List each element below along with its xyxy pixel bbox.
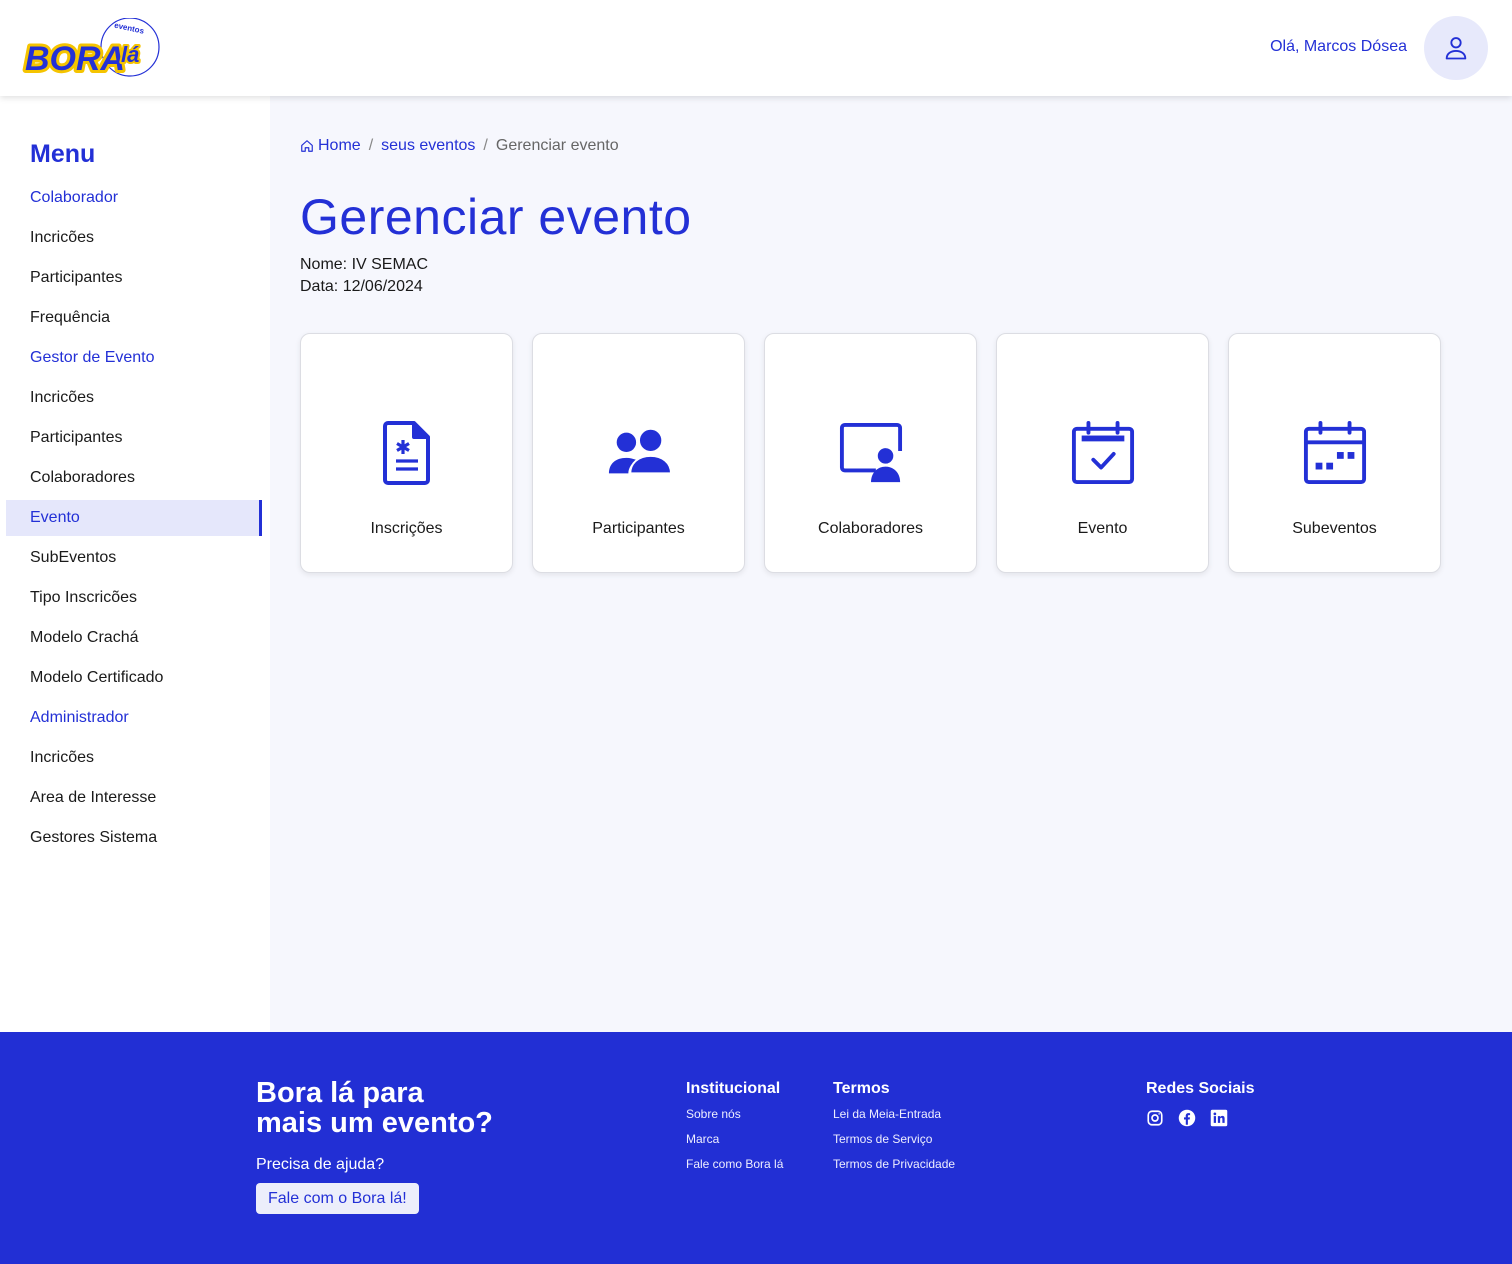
presentation-user-icon <box>839 420 903 486</box>
svg-text:eventos: eventos <box>113 21 145 36</box>
action-cards: Inscrições Participantes Colaboradores E… <box>300 333 1441 573</box>
page-title: Gerenciar evento <box>300 189 692 245</box>
footer-termos: Termos Lei da Meia-Entrada Termos de Ser… <box>833 1080 955 1182</box>
sidebar-item-evento[interactable]: Evento <box>6 500 262 536</box>
sidebar-item-colaborador-participantes[interactable]: Participantes <box>0 258 270 298</box>
card-colaboradores-label: Colaboradores <box>818 520 923 537</box>
sidebar-section-gestor-evento[interactable]: Gestor de Evento <box>0 338 270 378</box>
footer-social: Redes Sociais <box>1146 1080 1255 1127</box>
card-subeventos[interactable]: Subeventos <box>1228 333 1441 573</box>
footer-tagline-line-1: Bora lá para <box>256 1077 424 1109</box>
footer-link-sobre-nos[interactable]: Sobre nós <box>686 1107 783 1132</box>
sidebar-item-frequencia[interactable]: Frequência <box>0 298 270 338</box>
card-evento-label: Evento <box>1077 520 1128 537</box>
instagram-icon[interactable] <box>1146 1109 1164 1127</box>
footer-link-termos-privacidade[interactable]: Termos de Privacidade <box>833 1157 955 1182</box>
footer-institucional-title: Institucional <box>686 1080 781 1097</box>
sidebar-section-colaborador[interactable]: Colaborador <box>0 178 270 218</box>
breadcrumb-separator: / <box>368 137 374 154</box>
user-greeting: Olá, Marcos Dósea <box>1270 38 1407 55</box>
card-inscricoes-label: Inscrições <box>370 520 443 537</box>
footer-link-meia-entrada[interactable]: Lei da Meia-Entrada <box>833 1107 955 1132</box>
card-participantes[interactable]: Participantes <box>532 333 745 573</box>
calendar-check-icon <box>1071 420 1135 486</box>
event-name: Nome: IV SEMAC <box>300 256 429 273</box>
footer-link-fale-como[interactable]: Fale como Bora lá <box>686 1157 783 1182</box>
footer-termos-title: Termos <box>833 1080 890 1097</box>
sidebar-menu: Colaborador Incricões Participantes Freq… <box>0 178 270 858</box>
breadcrumb-home-label: Home <box>318 137 361 154</box>
footer-institucional: Institucional Sobre nós Marca Fale como … <box>686 1080 783 1182</box>
breadcrumb-events[interactable]: seus eventos <box>381 137 475 155</box>
event-info: Nome: IV SEMAC Data: 12/06/2024 <box>300 254 428 298</box>
sidebar-section-administrador[interactable]: Administrador <box>0 698 270 738</box>
card-evento[interactable]: Evento <box>996 333 1209 573</box>
menu-title: Menu <box>30 140 96 168</box>
svg-text:BORA: BORA <box>25 40 125 78</box>
home-icon <box>300 139 314 153</box>
linkedin-icon[interactable] <box>1210 1109 1228 1127</box>
footer-help-text: Precisa de ajuda? <box>256 1156 385 1173</box>
card-inscricoes[interactable]: Inscrições <box>300 333 513 573</box>
card-colaboradores[interactable]: Colaboradores <box>764 333 977 573</box>
sidebar-item-modelo-cracha[interactable]: Modelo Crachá <box>0 618 270 658</box>
breadcrumb: Home / seus eventos / Gerenciar evento <box>300 137 619 155</box>
breadcrumb-current: Gerenciar evento <box>495 137 619 154</box>
card-participantes-label: Participantes <box>592 520 685 537</box>
svg-text:lá: lá <box>121 42 139 67</box>
sidebar-item-tipo-inscricoes[interactable]: Tipo Inscricões <box>0 578 270 618</box>
footer-tagline-line-2: mais um evento? <box>256 1107 493 1139</box>
user-icon <box>1442 34 1470 62</box>
top-header: eventos BORA BORA lá lá Olá, Marcos Dóse… <box>0 0 1512 96</box>
breadcrumb-separator: / <box>483 137 488 154</box>
contact-button[interactable]: Fale com o Bora lá! <box>256 1183 419 1214</box>
sidebar-item-colaboradores[interactable]: Colaboradores <box>0 458 270 498</box>
breadcrumb-home[interactable]: Home <box>300 137 361 155</box>
sidebar-item-subeventos[interactable]: SubEventos <box>0 538 270 578</box>
sidebar-item-modelo-certificado[interactable]: Modelo Certificado <box>0 658 270 698</box>
sidebar-item-colaborador-incricoes[interactable]: Incricões <box>0 218 270 258</box>
sidebar: Menu Colaborador Incricões Participantes… <box>0 96 270 1032</box>
footer: Bora lá para mais um evento? Precisa de … <box>0 1032 1512 1264</box>
sidebar-item-gestor-incricoes[interactable]: Incricões <box>0 378 270 418</box>
main-content: Home / seus eventos / Gerenciar evento G… <box>270 96 1512 1032</box>
calendar-dots-icon <box>1303 420 1367 486</box>
footer-tagline: Bora lá para mais um evento? <box>256 1078 493 1138</box>
sidebar-item-gestores-sistema[interactable]: Gestores Sistema <box>0 818 270 858</box>
users-icon <box>607 420 671 486</box>
sidebar-item-gestor-participantes[interactable]: Participantes <box>0 418 270 458</box>
document-asterisk-icon <box>375 420 439 486</box>
sidebar-item-area-interesse[interactable]: Area de Interesse <box>0 778 270 818</box>
bora-la-logo[interactable]: eventos BORA BORA lá lá <box>22 18 164 78</box>
user-avatar-button[interactable] <box>1424 16 1488 80</box>
footer-link-termos-servico[interactable]: Termos de Serviço <box>833 1132 955 1157</box>
event-date: Data: 12/06/2024 <box>300 278 423 295</box>
card-subeventos-label: Subeventos <box>1292 520 1377 537</box>
sidebar-item-admin-incricoes[interactable]: Incricões <box>0 738 270 778</box>
footer-link-marca[interactable]: Marca <box>686 1132 783 1157</box>
footer-social-title: Redes Sociais <box>1146 1080 1255 1097</box>
social-icons <box>1146 1109 1255 1127</box>
facebook-icon[interactable] <box>1178 1109 1196 1127</box>
